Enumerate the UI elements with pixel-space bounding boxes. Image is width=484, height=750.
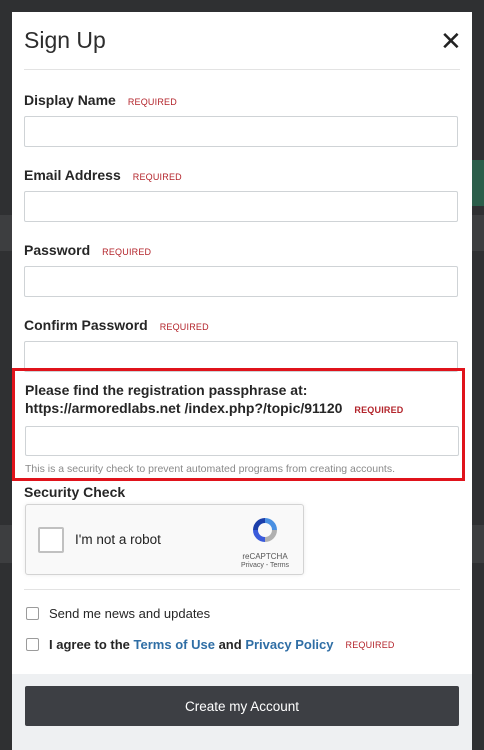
recaptcha-widget: I'm not a robot reCAPTCHA Privacy - Term… [25,504,304,575]
field-label: Password [24,242,91,258]
field-label: Display Name [24,92,116,108]
modal-title: Sign Up [24,27,106,53]
divider [24,589,460,590]
create-account-button[interactable]: Create my Account [25,686,459,726]
passphrase-help-text: This is a security check to prevent auto… [25,463,395,475]
email-input[interactable] [24,191,458,222]
news-label: Send me news and updates [49,606,211,621]
terms-option: I agree to the Terms of Use and Privacy … [26,637,395,652]
required-badge: REQUIRED [102,247,152,257]
security-check-title: Security Check [24,484,126,500]
display-name-input[interactable] [24,116,458,147]
signup-modal: Sign Up ✕ Display Name REQUIRED Email Ad… [12,12,472,750]
privacy-policy-link[interactable]: Privacy Policy [245,637,333,652]
confirm-password-field: Confirm Password REQUIRED [24,317,460,372]
email-field: Email Address REQUIRED [24,167,460,222]
display-name-field: Display Name REQUIRED [24,92,460,147]
passphrase-highlight: Please find the registration passphrase … [12,368,465,481]
recaptcha-brand: reCAPTCHA [242,552,288,561]
recaptcha-checkbox[interactable] [38,527,64,553]
terms-of-use-link[interactable]: Terms of Use [134,637,215,652]
recaptcha-icon [253,518,277,542]
and-text: and [218,637,242,652]
required-badge: REQUIRED [354,405,404,415]
passphrase-label-text: Please find the registration passphrase … [25,382,343,416]
required-badge: REQUIRED [159,322,209,332]
backdrop-button [472,160,484,206]
agree-prefix: I agree to the [49,637,130,652]
required-badge: REQUIRED [127,97,177,107]
signup-form: Display Name REQUIRED Email Address REQU… [12,92,472,372]
required-badge: REQUIRED [132,172,182,182]
passphrase-field: Please find the registration passphrase … [25,381,459,475]
required-badge: REQUIRED [345,639,395,650]
passphrase-input[interactable] [25,426,459,456]
recaptcha-label: I'm not a robot [75,532,161,547]
field-label: Confirm Password [24,317,148,333]
terms-label: I agree to the Terms of Use and Privacy … [49,637,334,652]
terms-checkbox[interactable] [26,638,39,651]
recaptcha-logo: reCAPTCHA Privacy - Terms [235,515,295,569]
close-icon[interactable]: ✕ [440,28,462,54]
password-field: Password REQUIRED [24,242,460,297]
modal-header: Sign Up ✕ [24,12,462,70]
news-option: Send me news and updates [26,606,210,621]
field-label: Email Address [24,167,121,183]
news-checkbox[interactable] [26,607,39,620]
passphrase-label: Please find the registration passphrase … [25,381,458,419]
modal-footer: Create my Account [12,674,472,750]
password-input[interactable] [24,266,458,297]
recaptcha-links[interactable]: Privacy - Terms [235,562,295,569]
